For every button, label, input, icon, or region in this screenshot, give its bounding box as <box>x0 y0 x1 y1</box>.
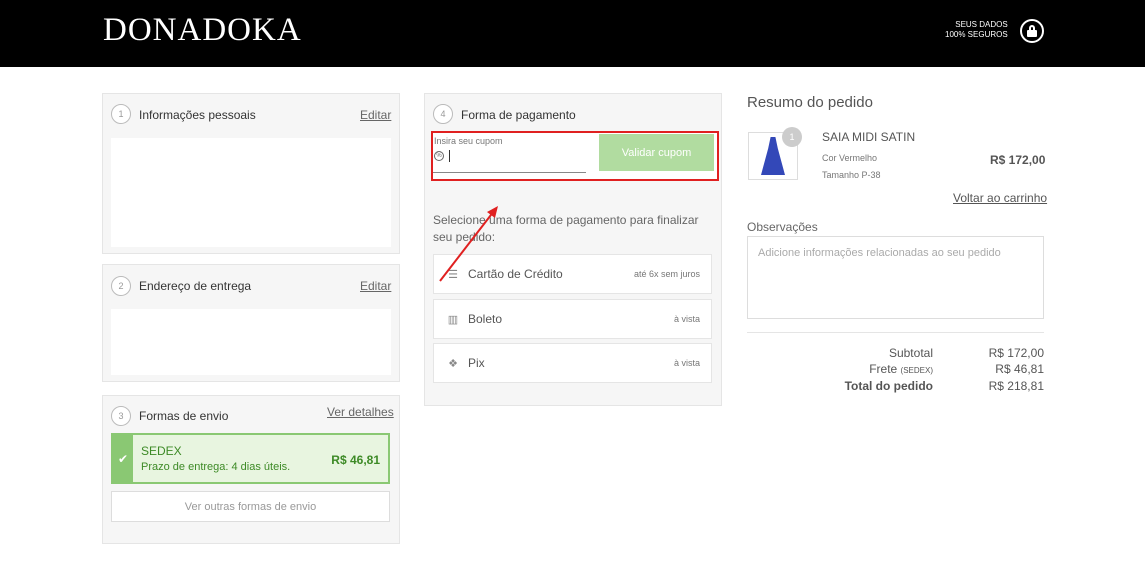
personal-info-content <box>111 138 391 247</box>
freight-label-wrap: Frete (SEDEX) <box>869 362 933 376</box>
notes-textarea[interactable] <box>747 236 1044 319</box>
step-number-2: 2 <box>111 276 131 296</box>
product-figure <box>761 137 785 175</box>
subtotal-value: R$ 172,00 <box>988 346 1044 360</box>
barcode-icon: ▥ <box>447 313 459 326</box>
payment-option-name: Pix <box>468 356 485 370</box>
payment-option-terms: à vista <box>673 358 700 368</box>
edit-address-link[interactable]: Editar <box>360 279 391 293</box>
order-total-value: R$ 218,81 <box>988 379 1044 393</box>
step-number-1: 1 <box>111 104 131 124</box>
shipping-eta: Prazo de entrega: 4 dias úteis. <box>141 461 291 473</box>
payment-option-terms: à vista <box>673 314 700 324</box>
check-icon: ✔ <box>113 435 133 482</box>
freight-label: Frete <box>869 362 898 376</box>
back-to-cart-link[interactable]: Voltar ao carrinho <box>953 191 1047 205</box>
product-name: SAIA MIDI SATIN <box>822 130 916 144</box>
payment-option-name: Boleto <box>468 312 503 326</box>
freight-method: (SEDEX) <box>900 366 933 375</box>
product-quantity-badge: 1 <box>782 127 802 147</box>
brand-logo[interactable]: DONADOKA <box>103 12 302 49</box>
edit-personal-info-link[interactable]: Editar <box>360 108 391 122</box>
site-header: DONADOKA SEUS DADOS 100% SEGUROS <box>0 0 1145 67</box>
other-shipping-options-button[interactable]: Ver outras formas de envio <box>111 491 390 522</box>
pix-icon: ❖ <box>448 357 458 370</box>
product-color: Cor Vermelho <box>822 153 878 163</box>
security-line-2: 100% SEGUROS <box>945 30 1008 39</box>
step-number-3: 3 <box>111 406 131 426</box>
shipping-details-link[interactable]: Ver detalhes <box>327 405 394 419</box>
selected-shipping-option[interactable]: ✔ SEDEX Prazo de entrega: 4 dias úteis. … <box>111 433 390 484</box>
red-arrow-annotation <box>439 206 498 282</box>
delivery-address-content <box>111 309 391 375</box>
freight-value: R$ 46,81 <box>995 362 1044 376</box>
shipping-price: R$ 46,81 <box>331 453 380 467</box>
personal-info-title: Informações pessoais <box>139 108 256 122</box>
step-number-4: 4 <box>433 104 453 124</box>
shipping-method-name: SEDEX <box>141 444 182 458</box>
totals-divider <box>747 332 1044 333</box>
shipping-title: Formas de envio <box>139 409 229 423</box>
order-summary-title: Resumo do pedido <box>747 94 873 111</box>
payment-option-terms: até 6x sem juros <box>633 269 700 279</box>
product-price: R$ 172,00 <box>990 153 1046 167</box>
payment-option-pix[interactable]: ❖ Pix à vista <box>433 343 712 383</box>
security-notice: SEUS DADOS 100% SEGUROS <box>945 20 1008 40</box>
security-line-1: SEUS DADOS <box>955 20 1008 29</box>
lock-icon <box>1020 19 1044 43</box>
payment-title: Forma de pagamento <box>461 108 576 122</box>
coupon-highlight-box <box>431 131 719 181</box>
order-total-label: Total do pedido <box>844 379 933 393</box>
delivery-address-title: Endereço de entrega <box>139 279 252 293</box>
payment-option-boleto[interactable]: ▥ Boleto à vista <box>433 299 712 339</box>
subtotal-label: Subtotal <box>888 346 933 360</box>
notes-label: Observações <box>747 220 818 234</box>
product-size: Tamanho P-38 <box>822 170 881 180</box>
